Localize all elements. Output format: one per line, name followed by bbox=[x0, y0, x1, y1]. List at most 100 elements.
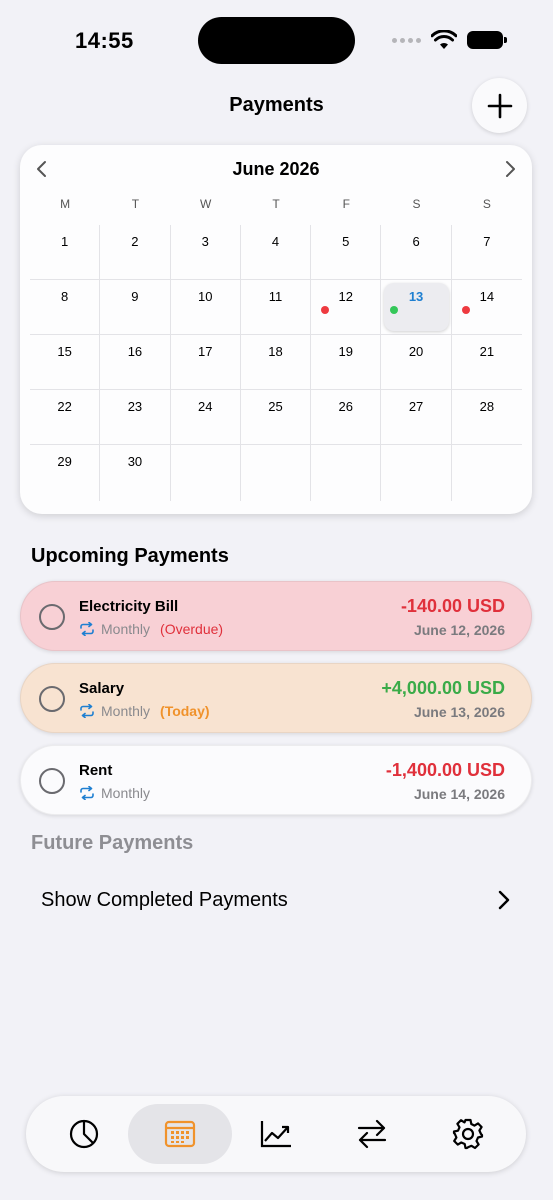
weekday-label: S bbox=[482, 197, 491, 211]
calendar-day[interactable]: 24 bbox=[170, 390, 241, 445]
repeat-icon bbox=[80, 786, 94, 800]
calendar-day-selected[interactable]: 13 bbox=[381, 280, 452, 335]
calendar-day[interactable]: 28 bbox=[451, 390, 522, 445]
repeat-icon bbox=[80, 704, 94, 718]
calendar-day[interactable]: 19 bbox=[311, 335, 382, 390]
calendar-day[interactable]: 2 bbox=[100, 225, 171, 280]
calendar-day[interactable]: 23 bbox=[100, 390, 171, 445]
calendar-day[interactable]: 7 bbox=[451, 225, 522, 280]
day-number: 1 bbox=[61, 234, 69, 249]
chevron-right-icon bbox=[498, 890, 510, 910]
dynamic-island bbox=[198, 17, 355, 64]
calendar-day[interactable]: 17 bbox=[170, 335, 241, 390]
overdue-dot bbox=[321, 306, 330, 314]
calendar-day[interactable]: 29 bbox=[30, 445, 101, 501]
complete-toggle[interactable] bbox=[39, 686, 65, 712]
plus-icon bbox=[487, 93, 512, 118]
show-completed-payments-row[interactable]: Show Completed Payments bbox=[20, 872, 532, 928]
weekday-label: T bbox=[272, 197, 280, 211]
calendar-day[interactable]: 12 bbox=[311, 280, 382, 335]
calendar-day[interactable]: 26 bbox=[311, 390, 382, 445]
payment-amount: -140.00 USD bbox=[400, 596, 505, 616]
complete-toggle[interactable] bbox=[39, 604, 65, 630]
day-number: 24 bbox=[197, 399, 213, 414]
calendar-empty-cell bbox=[241, 445, 312, 501]
future-payments-title[interactable]: Future Payments bbox=[31, 832, 193, 855]
day-number: 29 bbox=[57, 454, 72, 469]
day-number: 3 bbox=[201, 234, 209, 249]
payment-amount: +4,000.00 USD bbox=[381, 678, 505, 698]
calendar-day[interactable]: 18 bbox=[240, 335, 312, 390]
day-number: 30 bbox=[127, 454, 143, 469]
payment-row[interactable]: Electricity Bill Monthly (Overdue) -140.… bbox=[20, 581, 532, 651]
day-number: 5 bbox=[342, 234, 350, 249]
payment-date: June 13, 2026 bbox=[413, 704, 505, 720]
payment-date: June 12, 2026 bbox=[413, 622, 505, 638]
calendar-day[interactable]: 5 bbox=[311, 225, 382, 280]
calendar-day[interactable]: 4 bbox=[240, 225, 312, 280]
day-number: 9 bbox=[131, 289, 139, 304]
calendar-day[interactable]: 21 bbox=[451, 335, 522, 390]
calendar-day[interactable]: 25 bbox=[240, 390, 312, 445]
expense-dot bbox=[461, 306, 470, 314]
calendar-day[interactable]: 9 bbox=[100, 280, 171, 335]
tab-transfers[interactable] bbox=[320, 1104, 424, 1164]
calendar-day[interactable]: 14 bbox=[451, 280, 522, 335]
calendar-day[interactable]: 3 bbox=[170, 225, 241, 280]
calendar-day[interactable]: 30 bbox=[100, 445, 171, 501]
calendar-day[interactable]: 16 bbox=[100, 335, 171, 390]
weekday-label: M bbox=[60, 197, 71, 211]
day-number: 22 bbox=[57, 399, 72, 414]
calendar-day[interactable]: 27 bbox=[381, 390, 452, 445]
calendar-day[interactable]: 11 bbox=[240, 280, 312, 335]
pie-chart-icon bbox=[69, 1119, 99, 1149]
day-number: 6 bbox=[412, 234, 420, 249]
calendar-day[interactable]: 10 bbox=[170, 280, 241, 335]
day-number: 11 bbox=[268, 289, 283, 304]
add-payment-button[interactable] bbox=[472, 78, 527, 133]
day-number: 28 bbox=[479, 399, 495, 414]
calendar-card: June 2026 M T W T F S S 1 2 3 4 5 6 7 8 … bbox=[20, 145, 532, 514]
payment-frequency: Monthly bbox=[101, 785, 151, 801]
payment-date: June 14, 2026 bbox=[413, 786, 505, 802]
calendar-empty-cell bbox=[311, 445, 382, 501]
calendar-month-title: June 2026 bbox=[232, 159, 320, 179]
chevron-right-icon[interactable] bbox=[500, 159, 520, 179]
calendar-empty-cell bbox=[452, 445, 522, 501]
payment-subtitle: Monthly (Overdue) bbox=[79, 621, 223, 637]
tab-overview[interactable] bbox=[32, 1104, 136, 1164]
payment-subtitle: Monthly bbox=[79, 785, 150, 801]
calendar-day[interactable]: 20 bbox=[381, 335, 452, 390]
calendar-day[interactable]: 6 bbox=[381, 225, 452, 280]
calendar-day[interactable]: 15 bbox=[30, 335, 101, 390]
weekday-label: S bbox=[412, 197, 421, 211]
day-number: 25 bbox=[268, 399, 283, 414]
day-number: 13 bbox=[408, 289, 424, 304]
calendar-day[interactable]: 1 bbox=[30, 225, 101, 280]
weekday-header: M T W T F S S bbox=[30, 197, 522, 211]
tab-payments[interactable] bbox=[128, 1104, 232, 1164]
repeat-icon bbox=[80, 622, 94, 636]
payment-row[interactable]: Salary Monthly (Today) +4,000.00 USD Jun… bbox=[20, 663, 532, 733]
calendar-day[interactable]: 8 bbox=[30, 280, 101, 335]
tab-analytics[interactable] bbox=[224, 1104, 328, 1164]
day-number: 8 bbox=[61, 289, 69, 304]
day-number: 14 bbox=[479, 289, 495, 304]
battery-icon bbox=[467, 31, 507, 49]
day-number: 7 bbox=[483, 234, 491, 249]
payment-row[interactable]: Rent Monthly -1,400.00 USD June 14, 2026 bbox=[20, 745, 532, 815]
show-completed-label: Show Completed Payments bbox=[41, 889, 288, 911]
day-number: 16 bbox=[127, 344, 143, 359]
payment-name: Rent bbox=[79, 762, 113, 779]
day-number: 2 bbox=[131, 234, 139, 249]
day-number: 18 bbox=[268, 344, 283, 359]
complete-toggle[interactable] bbox=[39, 768, 65, 794]
signal-icon bbox=[392, 37, 421, 43]
day-number: 27 bbox=[408, 399, 424, 414]
calendar-day[interactable]: 22 bbox=[30, 390, 101, 445]
status-time: 14:55 bbox=[75, 28, 134, 53]
payment-amount: -1,400.00 USD bbox=[385, 760, 505, 780]
day-number: 21 bbox=[479, 344, 495, 359]
day-number: 17 bbox=[197, 344, 213, 359]
tab-settings[interactable] bbox=[416, 1104, 520, 1164]
